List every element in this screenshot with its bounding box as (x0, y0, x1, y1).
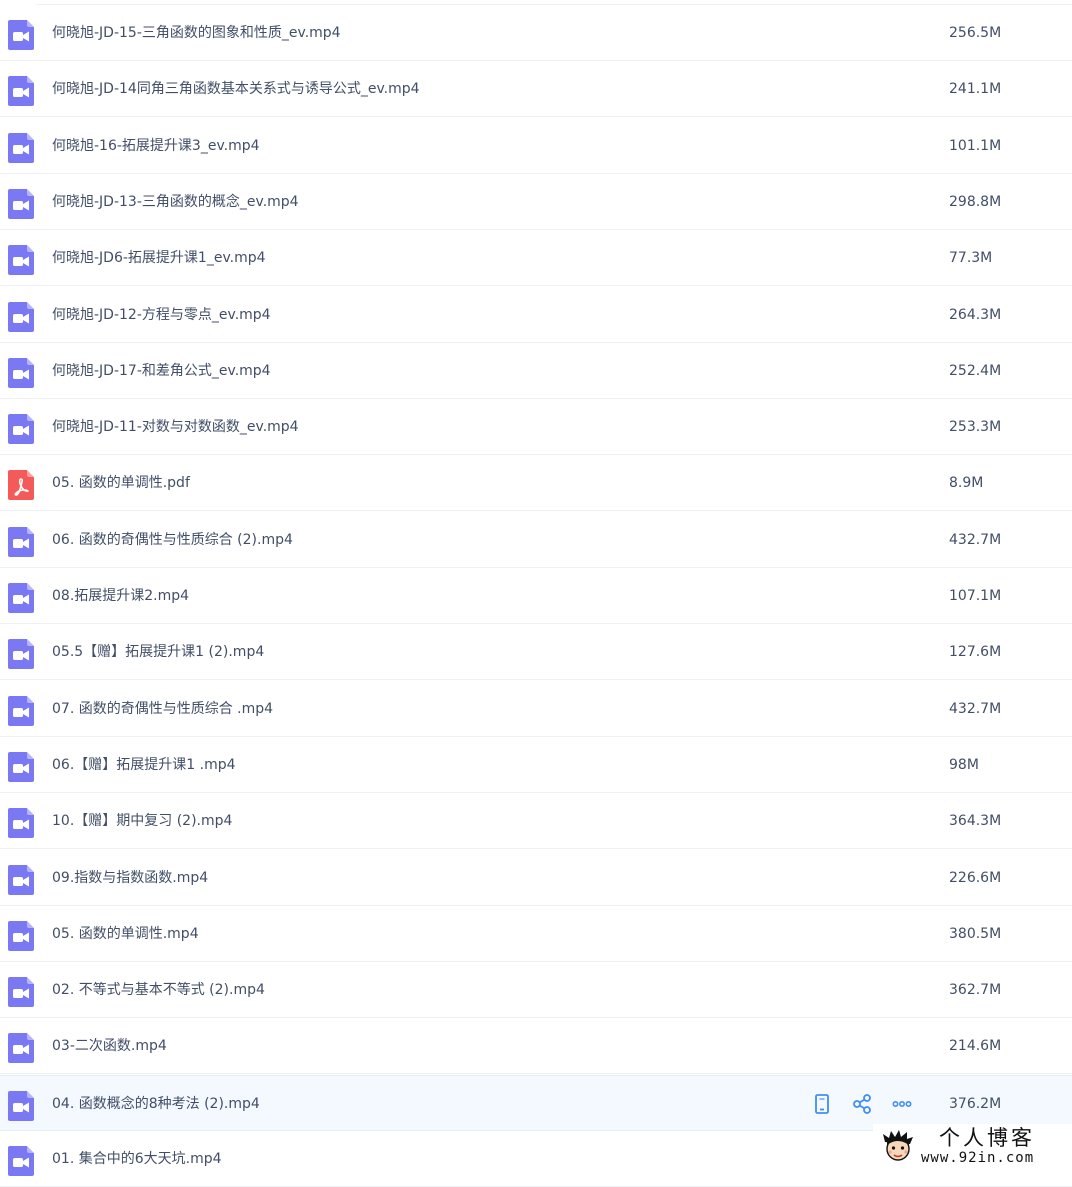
video-file-icon (8, 1146, 34, 1176)
video-file-icon (8, 188, 34, 219)
video-file-icon (8, 526, 34, 557)
file-row[interactable]: 05. 函数的单调性.mp4 380.5M (0, 906, 1072, 962)
more-button[interactable] (890, 1092, 914, 1116)
file-size: 362.7M (949, 982, 1002, 999)
video-file-icon (8, 864, 34, 895)
video-file-icon (8, 245, 34, 276)
file-size: 98M (949, 756, 979, 773)
file-size: 253.3M (949, 419, 1002, 436)
file-name[interactable]: 06. 函数的奇偶性与性质综合 (2).mp4 (52, 530, 293, 550)
file-row[interactable]: 何晓旭-JD-12-方程与零点_ev.mp4 264.3M (0, 287, 1072, 343)
file-size: 127.6M (949, 644, 1002, 661)
file-size: 298.8M (949, 193, 1002, 210)
video-file-icon (8, 808, 34, 839)
pdf-file-icon (8, 470, 34, 501)
file-size: 101.1M (949, 137, 1002, 154)
video-file-icon (8, 414, 34, 445)
file-row[interactable]: 何晓旭-16-拓展提升课3_ev.mp4 101.1M (0, 118, 1072, 174)
more-icon (892, 1100, 912, 1107)
file-name[interactable]: 02. 不等式与基本不等式 (2).mp4 (52, 980, 265, 1000)
file-row[interactable]: 10.【赠】期中复习 (2).mp4 364.3M (0, 793, 1072, 850)
file-size: 376.2M (949, 1095, 1002, 1112)
video-file-icon (8, 583, 34, 613)
video-file-icon (8, 695, 34, 726)
video-file-icon (8, 20, 34, 50)
file-size: 432.7M (949, 700, 1002, 717)
file-row[interactable]: 何晓旭-JD-17-和差角公式_ev.mp4 252.4M (0, 343, 1072, 399)
file-row[interactable]: 06. 函数的奇偶性与性质综合 (2).mp4 432.7M (0, 512, 1072, 568)
video-file-icon (8, 301, 34, 332)
file-row[interactable]: 何晓旭-JD-13-三角函数的概念_ev.mp4 298.8M (0, 174, 1072, 230)
file-name[interactable]: 05. 函数的单调性.mp4 (52, 924, 199, 944)
file-name[interactable]: 03-二次函数.mp4 (52, 1036, 167, 1056)
file-row[interactable]: 09.指数与指数函数.mp4 226.6M (0, 850, 1072, 906)
file-name[interactable]: 何晓旭-JD-12-方程与零点_ev.mp4 (52, 305, 271, 325)
video-file-icon (8, 1090, 34, 1121)
video-file-icon (8, 977, 34, 1008)
video-file-icon (8, 357, 34, 388)
file-row[interactable]: 06.【赠】拓展提升课1 .mp4 98M (0, 737, 1072, 793)
file-row[interactable]: 05. 函数的单调性.pdf 8.9M (0, 455, 1072, 512)
file-size: 226.6M (949, 869, 1002, 886)
file-name[interactable]: 何晓旭-JD6-拓展提升课1_ev.mp4 (52, 248, 266, 268)
file-name[interactable]: 何晓旭-JD-13-三角函数的概念_ev.mp4 (52, 192, 299, 212)
file-size: 252.4M (949, 362, 1002, 379)
file-name[interactable]: 01. 集合中的6大天坑.mp4 (52, 1149, 222, 1169)
file-size: 241.1M (949, 81, 1002, 98)
watermark-title: 个人博客 (939, 1126, 1035, 1150)
watermark-url: www.92in.com (921, 1150, 1035, 1166)
file-size: 77.3M (949, 250, 993, 267)
cartoon-face-icon (883, 1130, 913, 1161)
file-row[interactable]: 05.5【赠】拓展提升课1 (2).mp4 127.6M (0, 624, 1072, 681)
file-name[interactable]: 05. 函数的单调性.pdf (52, 473, 190, 493)
file-row[interactable]: 03-二次函数.mp4 214.6M (0, 1018, 1072, 1075)
file-size: 432.7M (949, 531, 1002, 548)
file-name[interactable]: 何晓旭-JD-17-和差角公式_ev.mp4 (52, 361, 271, 381)
file-name[interactable]: 06.【赠】拓展提升课1 .mp4 (52, 755, 236, 775)
file-row[interactable]: 何晓旭-JD-15-三角函数的图象和性质_ev.mp4 256.5M (0, 5, 1072, 61)
video-file-icon (8, 639, 34, 670)
file-list: 何晓旭-JD-15-三角函数的图象和性质_ev.mp4 256.5M 何晓旭-JD-… (0, 0, 1072, 1187)
file-size: 8.9M (949, 475, 984, 492)
file-size: 364.3M (949, 813, 1002, 830)
video-file-icon (8, 76, 34, 107)
file-name[interactable]: 07. 函数的奇偶性与性质综合 .mp4 (52, 699, 273, 719)
file-size: 214.6M (949, 1038, 1002, 1055)
file-row[interactable]: 08.拓展提升课2.mp4 107.1M (0, 568, 1072, 624)
video-file-icon (8, 751, 34, 782)
file-row[interactable]: 04. 函数概念的8种考法 (2).mp4 376.2M (0, 1074, 1072, 1131)
share-icon (853, 1093, 871, 1114)
file-row[interactable]: 何晓旭-JD-11-对数与对数函数_ev.mp4 253.3M (0, 399, 1072, 456)
file-name[interactable]: 何晓旭-JD-11-对数与对数函数_ev.mp4 (52, 417, 299, 437)
watermark: 个人博客 www.92in.com (873, 1124, 1072, 1170)
file-row[interactable]: 07. 函数的奇偶性与性质综合 .mp4 432.7M (0, 681, 1072, 737)
file-name[interactable]: 04. 函数概念的8种考法 (2).mp4 (52, 1094, 260, 1114)
file-name[interactable]: 何晓旭-JD-15-三角函数的图象和性质_ev.mp4 (52, 23, 341, 43)
file-name[interactable]: 10.【赠】期中复习 (2).mp4 (52, 811, 232, 831)
file-size: 256.5M (949, 25, 1002, 41)
file-row[interactable]: 何晓旭-JD-14同角三角函数基本关系式与诱导公式_ev.mp4 241.1M (0, 61, 1072, 118)
video-file-icon (8, 132, 34, 163)
video-file-icon (8, 920, 34, 951)
share-button[interactable] (850, 1092, 874, 1116)
file-name[interactable]: 05.5【赠】拓展提升课1 (2).mp4 (52, 642, 264, 662)
file-size: 264.3M (949, 306, 1002, 323)
file-name[interactable]: 何晓旭-16-拓展提升课3_ev.mp4 (52, 136, 260, 156)
file-row[interactable]: 何晓旭-JD6-拓展提升课1_ev.mp4 77.3M (0, 230, 1072, 287)
file-name[interactable]: 09.指数与指数函数.mp4 (52, 868, 208, 888)
file-row[interactable]: 02. 不等式与基本不等式 (2).mp4 362.7M (0, 962, 1072, 1019)
phone-button[interactable] (810, 1092, 834, 1116)
phone-icon (815, 1093, 829, 1114)
file-size: 380.5M (949, 925, 1002, 942)
file-name[interactable]: 08.拓展提升课2.mp4 (52, 586, 189, 606)
video-file-icon (8, 1033, 34, 1064)
file-name[interactable]: 何晓旭-JD-14同角三角函数基本关系式与诱导公式_ev.mp4 (52, 79, 420, 99)
file-size: 107.1M (949, 588, 1002, 604)
